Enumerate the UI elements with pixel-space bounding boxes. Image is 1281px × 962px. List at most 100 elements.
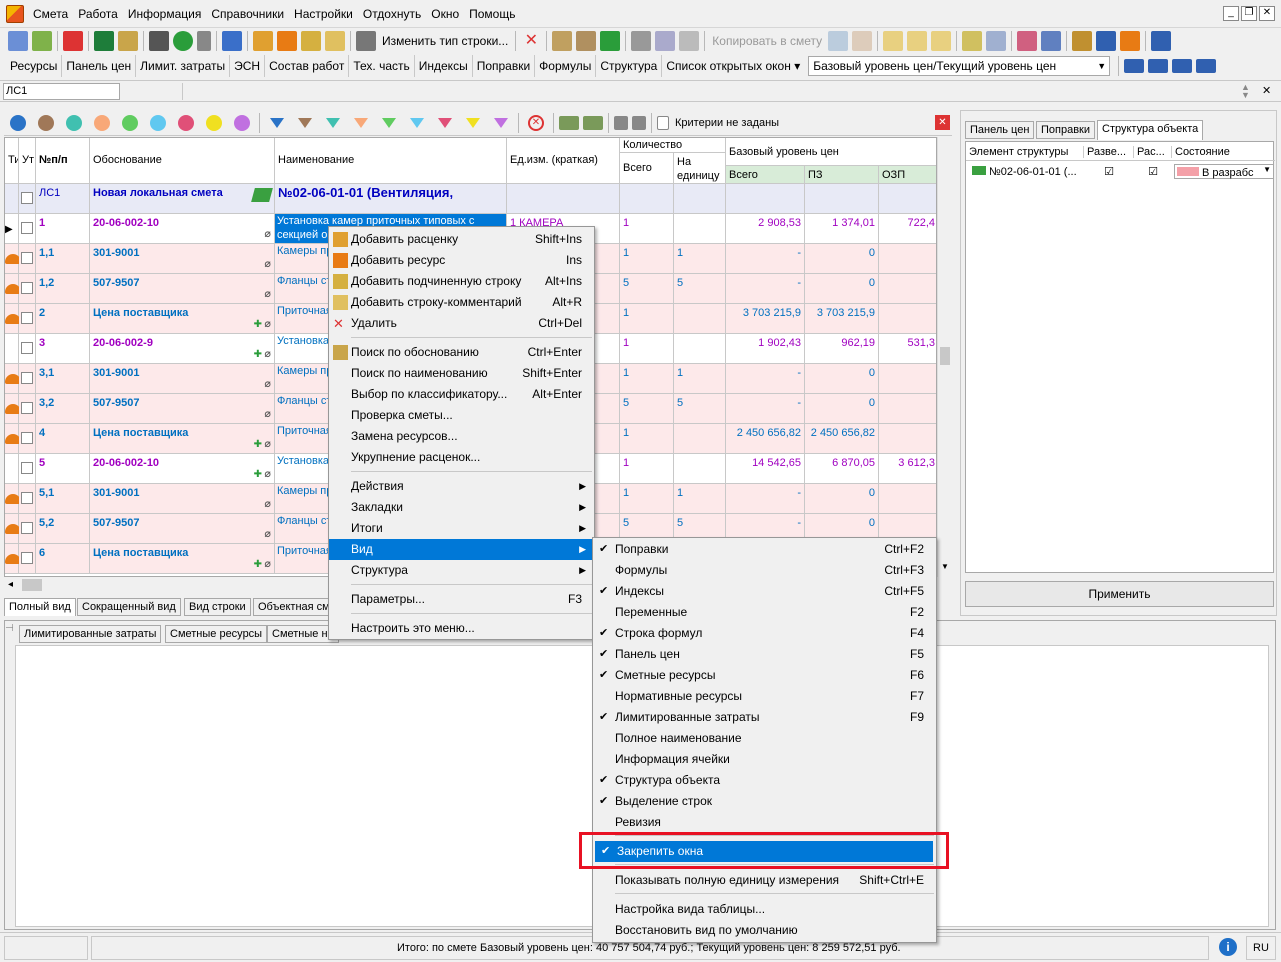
calc-checkbox[interactable]: ☑ <box>1134 165 1172 178</box>
row-checkbox[interactable] <box>21 552 33 564</box>
tab-rp-price-panel[interactable]: Панель цен <box>965 121 1035 139</box>
tab-indexes[interactable]: Индексы <box>415 55 473 77</box>
ctx-item-8[interactable]: Проверка сметы... <box>329 405 594 426</box>
new-doc-icon[interactable] <box>8 31 28 51</box>
ctx-item-9[interactable]: Замена ресурсов... <box>329 426 594 447</box>
copy-icon[interactable] <box>655 31 676 51</box>
cell-basis[interactable]: 301-9001 ⌀ <box>90 244 275 274</box>
v-scrollbar[interactable]: ▼ <box>937 137 951 577</box>
cell-basis[interactable]: 20-06-002-10 ✚ ⌀ <box>90 454 275 484</box>
view-item-3[interactable]: Переменные F2 <box>593 602 936 623</box>
cell-checkbox[interactable] <box>19 544 36 574</box>
view-item-10[interactable]: Информация ячейки <box>593 749 936 770</box>
view-item-4[interactable]: ✔ Строка формул F4 <box>593 623 936 644</box>
cell-checkbox[interactable] <box>19 484 36 514</box>
tab-tech-part[interactable]: Тех. часть <box>349 55 415 77</box>
up-icon[interactable] <box>600 31 621 51</box>
view-item-1[interactable]: Формулы Ctrl+F3 <box>593 560 936 581</box>
hammer-icon[interactable] <box>1072 31 1093 51</box>
cyan-filter-icon[interactable] <box>150 114 166 131</box>
move2-icon[interactable] <box>576 31 597 51</box>
cell-checkbox[interactable] <box>19 334 36 364</box>
yellow-filter-icon[interactable] <box>206 114 222 131</box>
outdent-icon[interactable] <box>1148 59 1169 73</box>
funnel-orange-icon[interactable] <box>354 117 368 128</box>
ctx-item-11[interactable]: Действия ▶ <box>329 476 594 497</box>
cell-basis[interactable]: Цена поставщика ✚ ⌀ <box>90 424 275 454</box>
excel-icon[interactable] <box>94 31 114 51</box>
violet-filter-icon[interactable] <box>234 114 250 131</box>
state-select[interactable]: В разрабс ▼ <box>1174 164 1274 179</box>
tab-esn[interactable]: ЭСН <box>230 55 266 77</box>
tab-short-view[interactable]: Сокращенный вид <box>77 598 181 616</box>
view-item-8[interactable]: ✔ Лимитированные затраты F9 <box>593 707 936 728</box>
funnel-violet-icon[interactable] <box>494 117 508 128</box>
teal-filter-icon[interactable] <box>66 114 82 131</box>
apply-button[interactable]: Применить <box>965 581 1274 607</box>
cell-basis[interactable]: 301-9001 ⌀ <box>90 364 275 394</box>
menu-otdohnut[interactable]: Отдохнуть <box>358 0 426 28</box>
row-checkbox[interactable] <box>21 222 33 234</box>
view-item-13[interactable]: Ревизия <box>593 812 936 833</box>
ctx-item-2[interactable]: Добавить подчиненную строку Alt+Ins <box>329 271 594 292</box>
add-doc-icon[interactable] <box>32 31 52 51</box>
cell-checkbox[interactable] <box>19 244 36 274</box>
pdf-icon[interactable] <box>63 31 83 51</box>
cell-checkbox[interactable] <box>19 424 36 454</box>
ctx-item-15[interactable]: Структура ▶ <box>329 560 594 581</box>
p-icon[interactable] <box>907 31 928 51</box>
cell-basis[interactable]: 507-9507 ⌀ <box>90 514 275 544</box>
add-rate-icon[interactable] <box>253 31 273 51</box>
cell-checkbox[interactable] <box>19 364 36 394</box>
refresh-icon[interactable] <box>173 31 193 51</box>
change-type-icon[interactable] <box>356 31 376 51</box>
tab-resources[interactable]: Ресурсы <box>6 55 63 77</box>
funnel-brown-icon[interactable] <box>298 117 312 128</box>
truck-icon[interactable] <box>1096 31 1117 51</box>
ctx-item-12[interactable]: Закладки ▶ <box>329 497 594 518</box>
price-level-select[interactable]: Базовый уровень цен/Текущий уровень цен ▼ <box>808 56 1111 76</box>
add-resource-icon[interactable] <box>277 31 297 51</box>
cell-checkbox[interactable] <box>19 184 36 214</box>
formula-input[interactable] <box>182 83 1258 100</box>
add-comment-icon[interactable] <box>325 31 345 51</box>
ctx-item-6[interactable]: Поиск по наименованию Shift+Enter <box>329 363 594 384</box>
ctx-item-3[interactable]: Добавить строку-комментарий Alt+R <box>329 292 594 313</box>
tab-price-panel[interactable]: Панель цен <box>62 55 137 77</box>
menu-rabota[interactable]: Работа <box>73 0 123 28</box>
view-item-16[interactable]: Настройка вида таблицы... <box>593 899 936 920</box>
list2-icon[interactable] <box>583 115 603 130</box>
cell-checkbox[interactable] <box>19 514 36 544</box>
view-item-6[interactable]: ✔ Сметные ресурсы F6 <box>593 665 936 686</box>
undo-icon[interactable] <box>197 31 211 51</box>
open-windows-list[interactable]: Список открытых окон ▾ <box>662 55 804 77</box>
structure-item[interactable]: №02-06-01-01 (... <box>966 165 1084 178</box>
info-icon[interactable]: i <box>1219 938 1237 956</box>
pink-filter-icon[interactable] <box>178 114 194 131</box>
orange-filter-icon[interactable] <box>94 114 110 131</box>
menu-pomosh[interactable]: Помощь <box>464 0 520 28</box>
app-icon[interactable] <box>6 4 24 23</box>
cell-ref-input[interactable]: ЛС1 <box>3 83 120 100</box>
v-scroll-thumb[interactable] <box>940 347 950 365</box>
green-filter-icon[interactable] <box>122 114 138 131</box>
row-checkbox[interactable] <box>21 312 33 324</box>
funnel-cyan-icon[interactable] <box>410 117 424 128</box>
row-checkbox[interactable] <box>21 342 33 354</box>
material-icon[interactable] <box>1120 31 1141 51</box>
cell-checkbox[interactable] <box>19 274 36 304</box>
view-item-11[interactable]: ✔ Структура объекта <box>593 770 936 791</box>
structure-row[interactable]: №02-06-01-01 (... ☑ ☑ В разрабс ▼ <box>966 163 1275 180</box>
row-checkbox[interactable] <box>21 492 33 504</box>
ctx-item-17[interactable]: Настроить это меню... <box>329 618 594 639</box>
view-item-15[interactable]: Показывать полную единицу измерения Shift… <box>593 870 936 891</box>
cut-icon[interactable] <box>631 31 652 51</box>
ctx-item-4[interactable]: ✕ Удалить Ctrl+Del <box>329 313 594 334</box>
recalc-icon[interactable] <box>222 31 242 51</box>
scroll-down-icon[interactable]: ▼ <box>941 562 949 571</box>
cell-basis[interactable]: 301-9001 ⌀ <box>90 484 275 514</box>
tab-limited-costs[interactable]: Лимитированные затраты <box>19 625 162 643</box>
delete-icon[interactable]: ✕ <box>521 31 541 51</box>
tab-rp-corrections[interactable]: Поправки <box>1036 121 1096 139</box>
cell-checkbox[interactable] <box>19 214 36 244</box>
